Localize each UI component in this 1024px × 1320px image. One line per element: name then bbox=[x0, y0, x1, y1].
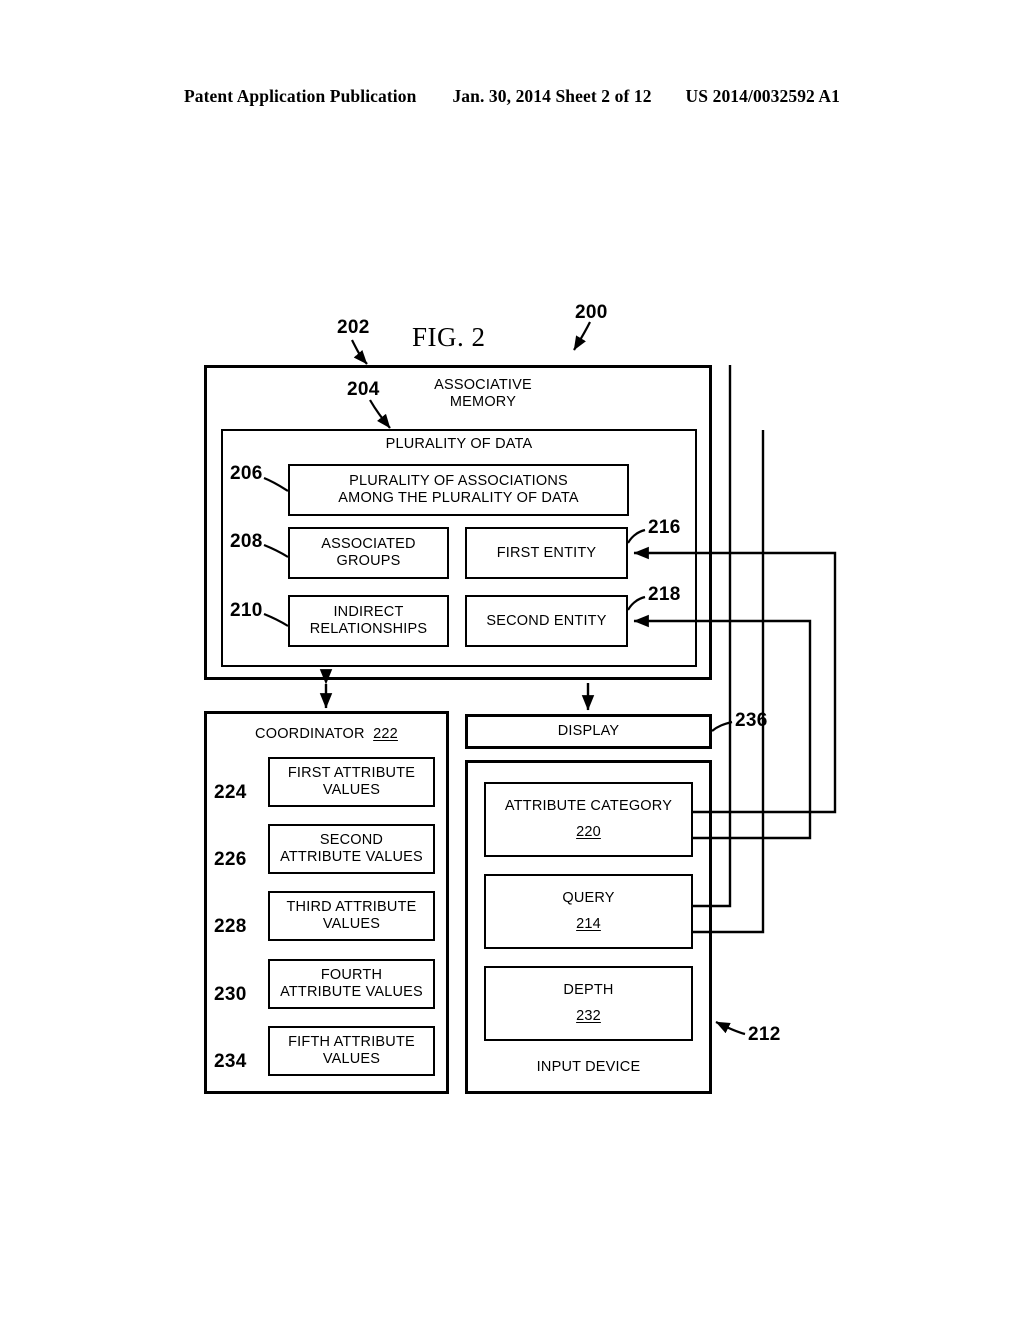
leader-212 bbox=[715, 1021, 746, 1036]
ref-218: 218 bbox=[648, 584, 681, 605]
ref-214: 214 bbox=[576, 916, 601, 932]
ref-212: 212 bbox=[748, 1024, 781, 1045]
first-entity-label: FIRST ENTITY bbox=[496, 544, 597, 561]
coordinator-title-text: COORDINATOR bbox=[255, 726, 365, 742]
leader-236 bbox=[711, 720, 733, 732]
display-label: DISPLAY bbox=[557, 723, 620, 739]
query-field[interactable]: QUERY 214 bbox=[484, 874, 693, 949]
ref-232: 232 bbox=[576, 1008, 601, 1024]
ref-200: 200 bbox=[575, 302, 608, 323]
indirect-relationships-label: INDIRECT RELATIONSHIPS bbox=[309, 604, 428, 637]
leader-202 bbox=[351, 339, 368, 365]
figure-title: FIG. 2 bbox=[412, 322, 486, 352]
patent-figure-page: Patent Application Publication Jan. 30, … bbox=[0, 0, 1024, 1320]
first-attribute-values-label: FIRST ATTRIBUTE VALUES bbox=[287, 765, 416, 798]
ref-208: 208 bbox=[230, 531, 263, 552]
plurality-of-data-label: PLURALITY OF DATA bbox=[385, 436, 533, 452]
ref-230: 230 bbox=[214, 984, 247, 1005]
ref-220: 220 bbox=[576, 824, 601, 840]
associative-memory-title: ASSOCIATIVE MEMORY bbox=[434, 377, 532, 410]
associated-groups-label: ASSOCIATED GROUPS bbox=[321, 536, 416, 569]
ref-224: 224 bbox=[214, 782, 247, 803]
publication-header: Patent Application Publication Jan. 30, … bbox=[0, 86, 1024, 112]
leader-200 bbox=[573, 321, 591, 351]
third-attribute-values-label: THIRD ATTRIBUTE VALUES bbox=[286, 899, 417, 932]
ref-216: 216 bbox=[648, 517, 681, 538]
second-attribute-values-label: SECOND ATTRIBUTE VALUES bbox=[280, 832, 423, 865]
fourth-attribute-values-label: FOURTH ATTRIBUTE VALUES bbox=[280, 967, 423, 1000]
depth-field[interactable]: DEPTH 232 bbox=[484, 966, 693, 1041]
ref-226: 226 bbox=[214, 849, 247, 870]
ref-210: 210 bbox=[230, 600, 263, 621]
second-entity-label: SECOND ENTITY bbox=[486, 612, 607, 629]
ref-222: 222 bbox=[373, 726, 398, 742]
ref-206: 206 bbox=[230, 463, 263, 484]
publication-number: US 2014/0032592 A1 bbox=[685, 86, 841, 106]
plurality-of-associations-label: PLURALITY OF ASSOCIATIONS AMONG THE PLUR… bbox=[338, 473, 579, 506]
query-label: QUERY bbox=[562, 890, 615, 906]
input-device-label: INPUT DEVICE bbox=[536, 1059, 641, 1075]
ref-228: 228 bbox=[214, 916, 247, 937]
attribute-category-field[interactable]: ATTRIBUTE CATEGORY 220 bbox=[484, 782, 693, 857]
ref-236: 236 bbox=[735, 710, 768, 731]
fifth-attribute-values-label: FIFTH ATTRIBUTE VALUES bbox=[288, 1034, 415, 1067]
depth-label: DEPTH bbox=[563, 982, 614, 998]
publication-date-sheet: Jan. 30, 2014 Sheet 2 of 12 bbox=[452, 86, 652, 106]
publication-title: Patent Application Publication bbox=[183, 86, 417, 106]
coordinator-title: COORDINATOR 222 bbox=[204, 726, 449, 743]
ref-234: 234 bbox=[214, 1051, 247, 1072]
ref-202: 202 bbox=[337, 317, 370, 338]
ref-204: 204 bbox=[347, 379, 380, 400]
attribute-category-label: ATTRIBUTE CATEGORY bbox=[504, 798, 673, 814]
